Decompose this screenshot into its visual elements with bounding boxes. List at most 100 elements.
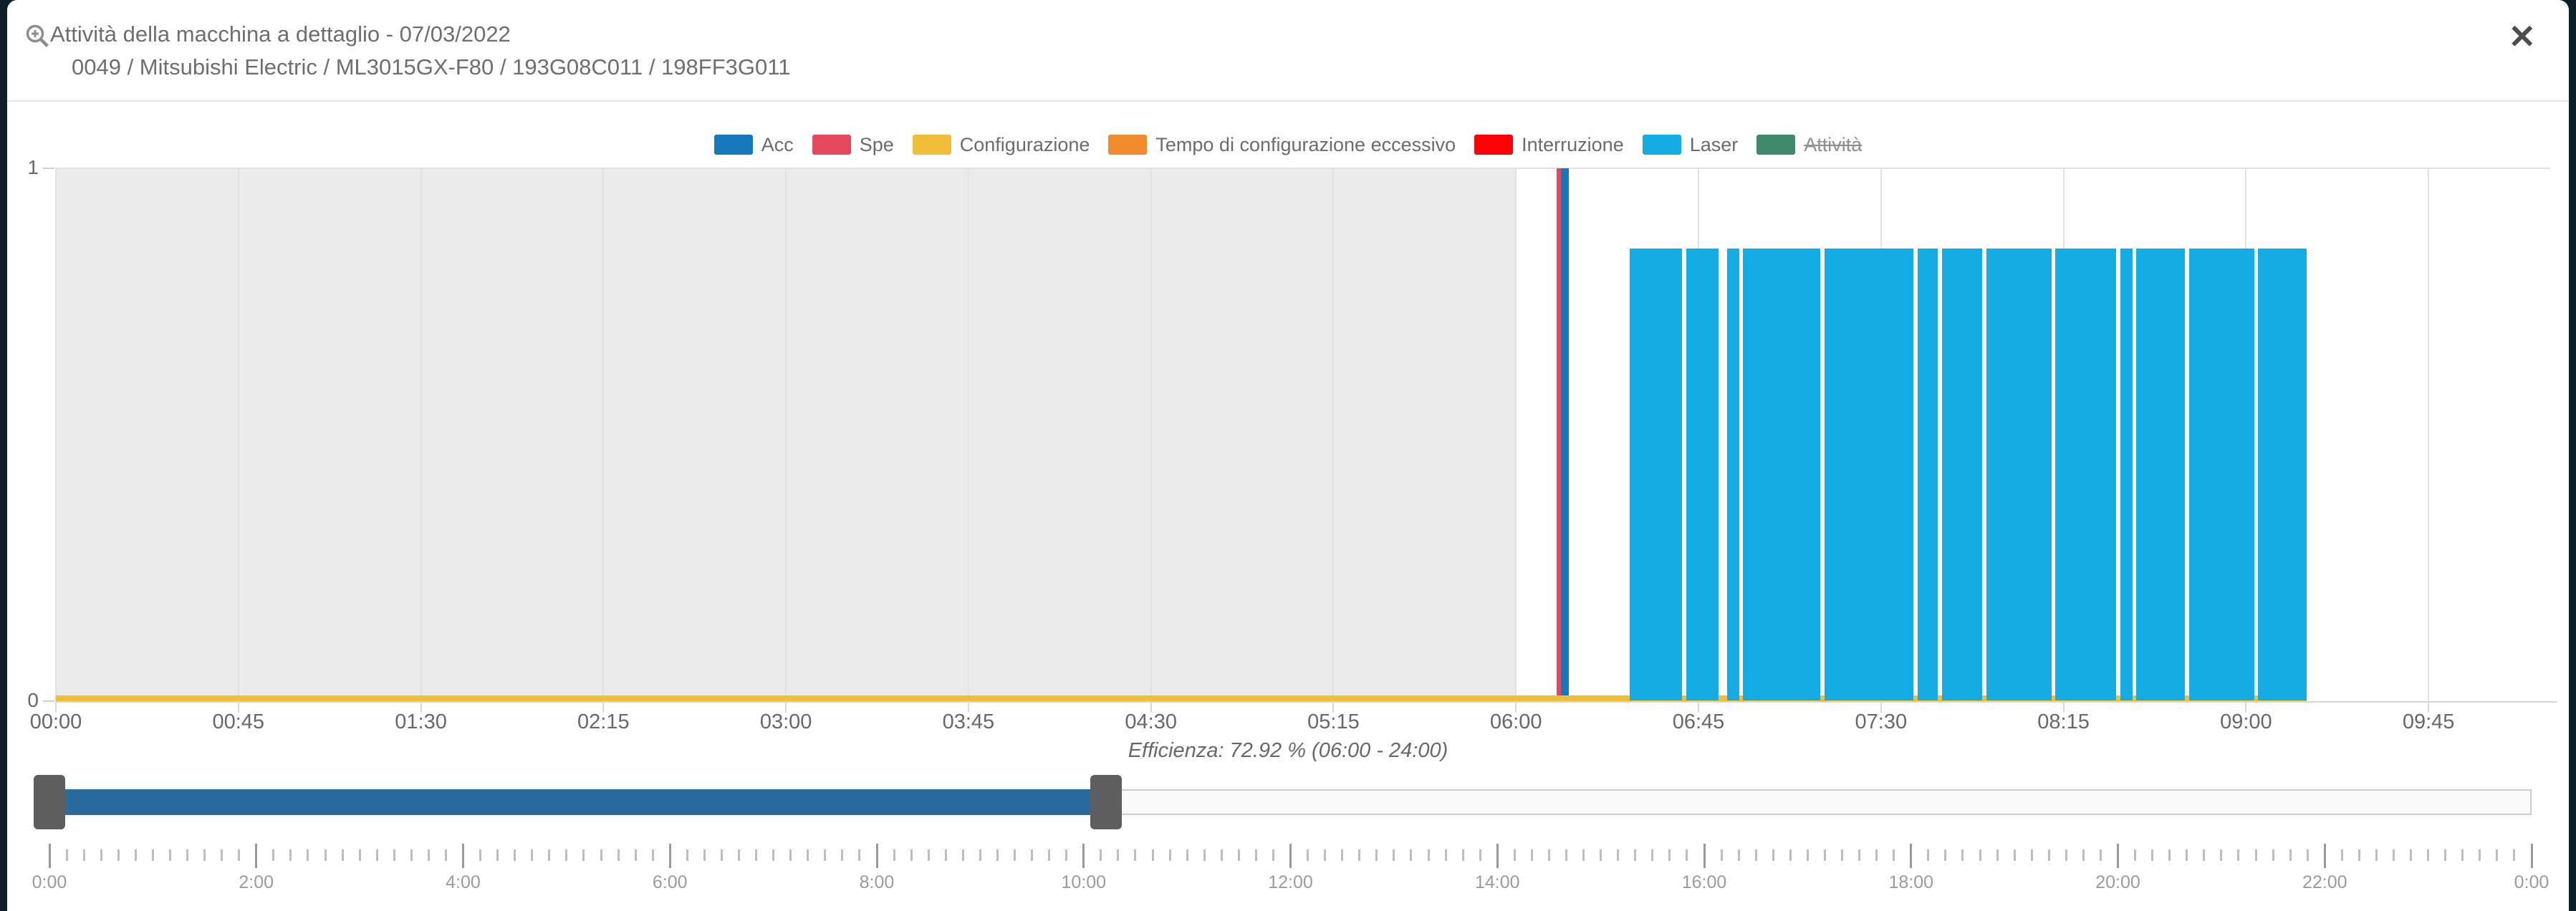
ruler-minor-tick [1531,849,1533,861]
ruler-minor-tick [66,849,68,861]
ruler-major-tick [2531,844,2533,868]
ruler-minor-tick [652,849,654,861]
ruler-minor-tick [1582,849,1585,861]
range-navigator: 0:002:004:006:008:0010:0012:0014:0016:00… [7,0,2569,911]
ruler-minor-tick [186,849,188,861]
ruler-minor-tick [772,849,774,861]
ruler-minor-tick [824,849,826,861]
ruler-minor-tick [841,849,843,861]
ruler-minor-tick [2272,849,2274,861]
ruler-minor-tick [1668,849,1671,861]
ruler-major-tick [1496,844,1499,868]
ruler-major-tick [2117,844,2119,868]
ruler-minor-tick [1048,849,1050,861]
ruler-minor-tick [979,849,981,861]
ruler-minor-tick [893,849,895,861]
ruler-minor-tick [1721,849,1723,861]
ruler-minor-tick [1307,849,1309,861]
ruler-label: 12:00 [1248,872,1334,893]
navigator-handle-left[interactable] [34,775,65,829]
ruler-minor-tick [238,849,240,861]
ruler-minor-tick [1100,849,1102,861]
ruler-label: 22:00 [2282,872,2368,893]
ruler-minor-tick [1375,849,1378,861]
ruler-minor-tick [1324,849,1326,861]
ruler-minor-tick [2134,849,2136,861]
ruler-minor-tick [1358,849,1360,861]
ruler-label: 8:00 [834,872,920,893]
ruler-minor-tick [1117,849,1119,861]
ruler-label: 4:00 [420,872,506,893]
ruler-minor-tick [1927,849,1929,861]
ruler-minor-tick [272,849,274,861]
ruler-minor-tick [1238,849,1240,861]
ruler-label: 0:00 [2489,872,2575,893]
ruler-minor-tick [1272,849,1274,861]
ruler-minor-tick [2358,849,2360,861]
ruler-minor-tick [755,849,757,861]
ruler-minor-tick [945,849,947,861]
ruler-label: 14:00 [1454,872,1540,893]
ruler-minor-tick [686,849,688,861]
ruler-minor-tick [1341,849,1343,861]
ruler-minor-tick [1203,849,1206,861]
ruler-minor-tick [531,849,533,861]
navigator-selection[interactable] [49,789,1106,815]
ruler-minor-tick [1393,849,1395,861]
ruler-label: 18:00 [1868,872,1954,893]
ruler-minor-tick [703,849,706,861]
ruler-minor-tick [617,849,620,861]
ruler-minor-tick [496,849,499,861]
ruler-minor-tick [1014,849,1016,861]
ruler-minor-tick [359,849,361,861]
ruler-minor-tick [1134,849,1136,861]
ruler-minor-tick [2513,849,2515,861]
ruler-minor-tick [1738,849,1740,861]
ruler-minor-tick [1186,849,1188,861]
ruler-minor-tick [325,849,327,861]
ruler-minor-tick [2237,849,2239,861]
ruler-label: 20:00 [2075,872,2161,893]
ruler-minor-tick [2100,849,2102,861]
ruler-minor-tick [2289,849,2292,861]
ruler-minor-tick [1514,849,1516,861]
ruler-minor-tick [2186,849,2188,861]
ruler-minor-tick [135,849,137,861]
ruler-minor-tick [152,849,154,861]
ruler-minor-tick [582,849,585,861]
ruler-major-tick [255,844,257,868]
ruler-minor-tick [910,849,913,861]
ruler-minor-tick [1169,849,1171,861]
ruler-major-tick [2324,844,2326,868]
ruler-minor-tick [2220,849,2222,861]
ruler-minor-tick [514,849,516,861]
ruler-minor-tick [117,849,120,861]
ruler-major-tick [876,844,878,868]
ruler-minor-tick [1961,849,1964,861]
ruler-minor-tick [1548,849,1550,861]
ruler-minor-tick [1841,849,1843,861]
ruler-minor-tick [2014,849,2016,861]
ruler-minor-tick [721,849,723,861]
ruler-label: 6:00 [627,872,713,893]
ruler-minor-tick [789,849,792,861]
navigator-handle-right[interactable] [1090,775,1122,829]
ruler-minor-tick [393,849,395,861]
ruler-minor-tick [2427,849,2429,861]
ruler-minor-tick [2479,849,2481,861]
ruler-minor-tick [1445,849,1447,861]
ruler-minor-tick [1807,849,1809,861]
ruler-minor-tick [428,849,430,861]
activity-dialog: Attività della macchina a dettaglio - 07… [7,0,2569,911]
ruler-minor-tick [2341,849,2343,861]
ruler-minor-tick [169,849,171,861]
ruler-minor-tick [1944,849,1946,861]
efficiency-caption: Efficienza: 72.92 % (06:00 - 24:00) [7,739,2569,763]
ruler-minor-tick [307,849,309,861]
ruler-minor-tick [2393,849,2395,861]
ruler-major-tick [1703,844,1706,868]
ruler-minor-tick [807,849,809,861]
ruler-major-tick [49,844,51,868]
ruler-minor-tick [2065,849,2067,861]
ruler-minor-tick [1152,849,1154,861]
